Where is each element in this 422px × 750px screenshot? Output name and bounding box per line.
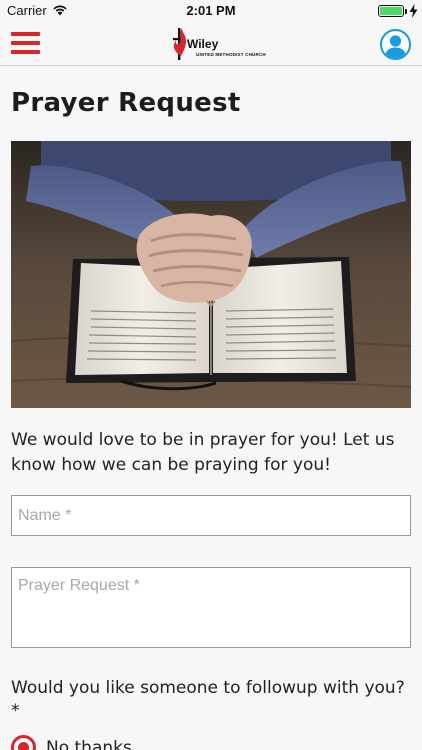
- battery-icon: [378, 5, 404, 17]
- status-bar: Carrier 2:01 PM: [0, 0, 422, 22]
- intro-text: We would love to be in prayer for you! L…: [11, 430, 395, 475]
- logo-subtitle: UNITED METHODIST CHURCH: [196, 52, 266, 57]
- hero-image: [11, 141, 411, 408]
- user-icon[interactable]: [380, 29, 411, 60]
- prayer-request-field[interactable]: [11, 567, 411, 648]
- radio-selected-icon[interactable]: [11, 735, 36, 750]
- charging-icon: [409, 4, 418, 18]
- nav-bar: Wiley UNITED METHODIST CHURCH: [0, 22, 422, 66]
- clock: 2:01 PM: [186, 3, 236, 18]
- followup-question: Would you like someone to followup with …: [11, 678, 405, 721]
- battery-tip: [405, 9, 407, 14]
- name-field[interactable]: [11, 495, 411, 536]
- church-logo[interactable]: Wiley UNITED METHODIST CHURCH: [170, 26, 266, 62]
- followup-option-label: No thanks: [46, 738, 132, 750]
- menu-icon[interactable]: [11, 32, 40, 56]
- page-title: Prayer Request: [11, 88, 241, 118]
- logo-name: Wiley: [187, 37, 219, 51]
